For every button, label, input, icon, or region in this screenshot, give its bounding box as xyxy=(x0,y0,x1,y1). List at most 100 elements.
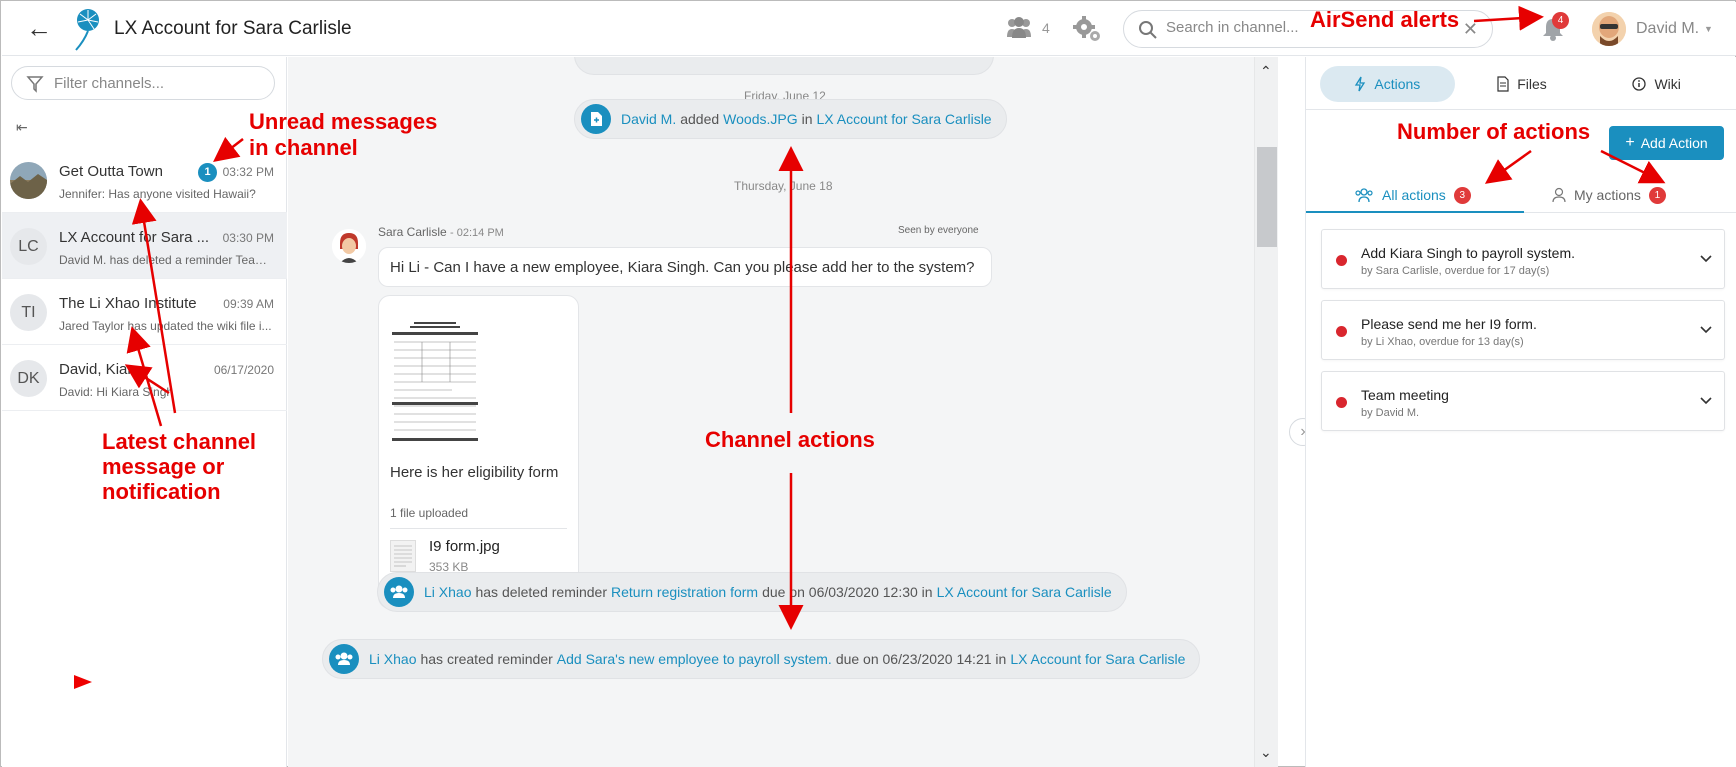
group-icon xyxy=(329,644,359,674)
tab-label: Actions xyxy=(1374,76,1421,92)
panel-tabs: Actions Files Wiki xyxy=(1320,66,1724,102)
clear-search-icon[interactable]: ✕ xyxy=(1463,19,1478,40)
channel-name: Get Outta Town xyxy=(59,163,163,180)
divider xyxy=(1306,109,1736,110)
chat-scrollbar[interactable]: ⌃ ⌄ xyxy=(1254,57,1278,767)
date-separator: Thursday, June 18 xyxy=(734,179,833,193)
chevron-down-icon[interactable] xyxy=(1698,250,1714,266)
status-dot xyxy=(1336,326,1347,337)
upload-count: 1 file uploaded xyxy=(390,506,469,520)
gear-icon[interactable] xyxy=(1072,14,1102,44)
app-frame: ← LX Account for Sara Carlisle 4 Search … xyxy=(0,0,1736,767)
event-item-link[interactable]: Add Sara's new employee to payroll syste… xyxy=(557,651,832,667)
tab-label: Wiki xyxy=(1654,76,1681,92)
plus-icon: + xyxy=(1625,134,1635,151)
filter-box[interactable] xyxy=(11,66,275,100)
tab-files[interactable]: Files xyxy=(1455,66,1590,102)
event-reminder-deleted: Li Xhao has deleted reminder Return regi… xyxy=(377,572,1127,612)
message-sender: Sara Carlisle - 02:14 PM xyxy=(378,225,504,239)
sender-name[interactable]: Sara Carlisle xyxy=(378,225,447,239)
member-count: 4 xyxy=(1042,20,1050,36)
channel-item-get-outta-town[interactable]: Get Outta Town 1 03:32 PM Jennifer: Has … xyxy=(2,147,287,213)
channel-item-lx-account[interactable]: LC LX Account for Sara ... 03:30 PM Davi… xyxy=(2,213,287,279)
file-attachment-card[interactable]: Here is her eligibility form 1 file uplo… xyxy=(378,295,579,609)
action-item[interactable]: Add Kiara Singh to payroll system. by Sa… xyxy=(1321,229,1725,289)
event-actor-link[interactable]: Li Xhao xyxy=(424,584,471,600)
event-actor-link[interactable]: Li Xhao xyxy=(369,651,416,667)
event-due: due on 06/23/2020 14:21 in xyxy=(835,651,1007,667)
document-thumbnail[interactable] xyxy=(392,318,478,446)
add-action-label: Add Action xyxy=(1640,135,1708,151)
tab-actions[interactable]: Actions xyxy=(1320,66,1455,102)
my-actions-count-badge: 1 xyxy=(1648,186,1666,204)
event-in: in xyxy=(801,111,813,127)
event-actor-link[interactable]: David M. xyxy=(621,111,676,127)
channel-last-message: David M. has deleted a reminder Team... xyxy=(59,253,274,267)
event-due: due on 06/03/2020 12:30 in xyxy=(762,584,933,600)
annotation-latest-line1: Latest channel xyxy=(102,429,257,454)
file-name-link[interactable]: I9 form.jpg xyxy=(429,538,500,555)
sender-face-icon xyxy=(332,229,366,263)
file-thumbnail-icon[interactable] xyxy=(390,540,416,572)
filter-icon xyxy=(26,76,44,93)
annotation-unread-line1: Unread messages xyxy=(249,109,438,134)
event-channel-link[interactable]: LX Account for Sara Carlisle xyxy=(1010,651,1185,667)
event-file-link[interactable]: Woods.JPG xyxy=(723,111,797,127)
user-avatar[interactable] xyxy=(1592,12,1626,46)
tab-my-actions[interactable]: My actions 1 xyxy=(1552,177,1666,213)
top-bar: ← LX Account for Sara Carlisle 4 Search … xyxy=(2,2,1736,56)
channel-item-li-xhao-institute[interactable]: TI The Li Xhao Institute 09:39 AM Jared … xyxy=(2,279,287,345)
chat-area: Friday, June 12 David M. added Woods.JPG… xyxy=(288,57,1278,767)
back-arrow-icon[interactable]: ← xyxy=(24,14,54,44)
message-bubble: Hi Li - Can I have a new employee, Kiara… xyxy=(378,247,992,287)
pointer-arrow-icon xyxy=(74,675,92,689)
channel-name: The Li Xhao Institute xyxy=(59,295,197,312)
chevron-down-icon[interactable]: ⌄ xyxy=(1260,744,1272,761)
event-channel-link[interactable]: LX Account for Sara Carlisle xyxy=(817,111,992,127)
user-face-icon xyxy=(1592,12,1626,46)
filter-channels-input[interactable] xyxy=(54,75,264,92)
user-name[interactable]: David M. xyxy=(1636,20,1699,38)
action-meta: by David M. xyxy=(1361,407,1420,419)
action-meta: by Li Xhao, overdue for 13 day(s) xyxy=(1361,336,1524,348)
chevron-down-icon[interactable]: ▼ xyxy=(1704,24,1713,34)
right-panel: Actions Files Wiki + Add Action All acti… xyxy=(1305,57,1736,767)
event-verb: has created reminder xyxy=(420,651,553,667)
channel-item-david-kiara[interactable]: DK David, Kiara 06/17/2020 David: Hi Kia… xyxy=(2,345,287,411)
active-tab-indicator xyxy=(1306,211,1524,213)
action-title: Team meeting xyxy=(1361,387,1449,403)
event-reminder-created: Li Xhao has created reminder Add Sara's … xyxy=(322,639,1201,679)
scroll-thumb[interactable] xyxy=(1257,147,1277,247)
channel-sidebar: ⇤ Get Outta Town 1 03:32 PM Jennifer: Ha… xyxy=(2,57,287,767)
event-item-link[interactable]: Return registration form xyxy=(611,584,758,600)
chevron-down-icon[interactable] xyxy=(1698,321,1714,337)
channel-last-message: David: Hi Kiara Singh xyxy=(59,385,174,399)
tab-label: All actions xyxy=(1382,187,1446,203)
action-filter-tabs: All actions 3 My actions 1 xyxy=(1306,177,1736,213)
annotation-number-of-actions: Number of actions xyxy=(1397,119,1591,144)
users-icon xyxy=(1355,188,1373,203)
action-item[interactable]: Please send me her I9 form. by Li Xhao, … xyxy=(1321,300,1725,360)
chevron-up-icon[interactable]: ⌃ xyxy=(1260,63,1272,80)
members-button[interactable]: 4 xyxy=(1004,17,1050,39)
action-item[interactable]: Team meeting by David M. xyxy=(1321,371,1725,431)
action-title: Add Kiara Singh to payroll system. xyxy=(1361,245,1575,261)
status-dot xyxy=(1336,255,1347,266)
annotation-unread-line2: in channel xyxy=(249,135,358,160)
search-icon xyxy=(1139,21,1157,39)
event-channel-link[interactable]: LX Account for Sara Carlisle xyxy=(937,584,1112,600)
sender-avatar[interactable] xyxy=(332,229,366,263)
tab-all-actions[interactable]: All actions 3 xyxy=(1354,177,1471,213)
add-action-button[interactable]: + Add Action xyxy=(1609,126,1724,160)
all-actions-count-badge: 3 xyxy=(1453,186,1471,204)
message-time: - 02:14 PM xyxy=(450,227,504,239)
channel-title: LX Account for Sara Carlisle xyxy=(114,18,352,39)
collapse-sidebar-icon[interactable]: ⇤ xyxy=(16,119,28,136)
channel-avatar: DK xyxy=(10,360,47,397)
tab-wiki[interactable]: Wiki xyxy=(1589,66,1724,102)
channel-avatar: LC xyxy=(10,228,47,265)
user-icon xyxy=(1552,187,1566,203)
channel-avatar: TI xyxy=(10,294,47,331)
users-icon xyxy=(1007,17,1031,38)
chevron-down-icon[interactable] xyxy=(1698,392,1714,408)
